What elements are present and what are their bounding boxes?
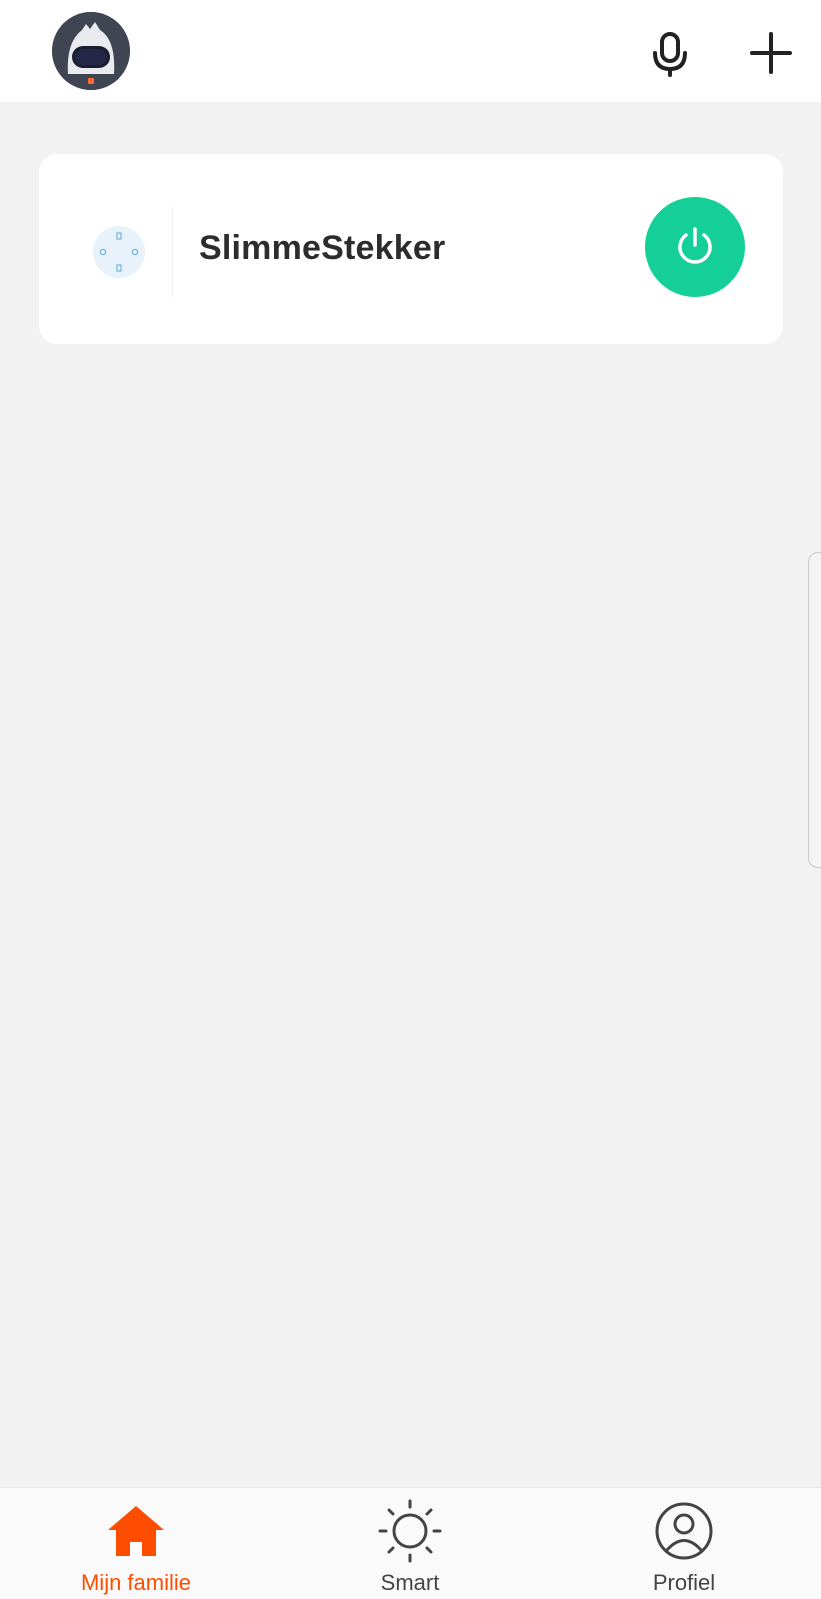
device-thumbnail (65, 204, 173, 300)
home-icon (108, 1506, 164, 1556)
tab-profiel[interactable]: Profiel (594, 1488, 774, 1599)
astronaut-avatar-icon (52, 12, 130, 90)
user-circle-icon (655, 1502, 713, 1560)
tab-label: Smart (380, 1570, 440, 1595)
tab-smart[interactable]: Smart (320, 1488, 500, 1599)
microphone-icon (653, 32, 687, 77)
avatar[interactable] (52, 12, 130, 90)
voice-button[interactable] (644, 28, 696, 80)
tab-label: Mijn familie (80, 1570, 192, 1595)
side-drawer-handle[interactable] (808, 552, 821, 868)
tab-mijn-familie[interactable]: Mijn familie (46, 1488, 226, 1599)
bottom-tab-bar: Mijn familie Smart Profiel (0, 1487, 821, 1599)
top-bar (0, 0, 821, 102)
plus-icon (750, 32, 792, 74)
add-device-button[interactable] (745, 27, 797, 79)
device-card[interactable]: SlimmeStekker (39, 154, 783, 344)
sun-icon (378, 1499, 442, 1563)
power-toggle-button[interactable] (645, 197, 745, 297)
device-name: SlimmeStekker (199, 229, 446, 267)
power-icon (678, 227, 712, 264)
tab-label: Profiel (652, 1570, 716, 1595)
smart-plug-icon (93, 226, 145, 278)
divider (172, 206, 173, 298)
